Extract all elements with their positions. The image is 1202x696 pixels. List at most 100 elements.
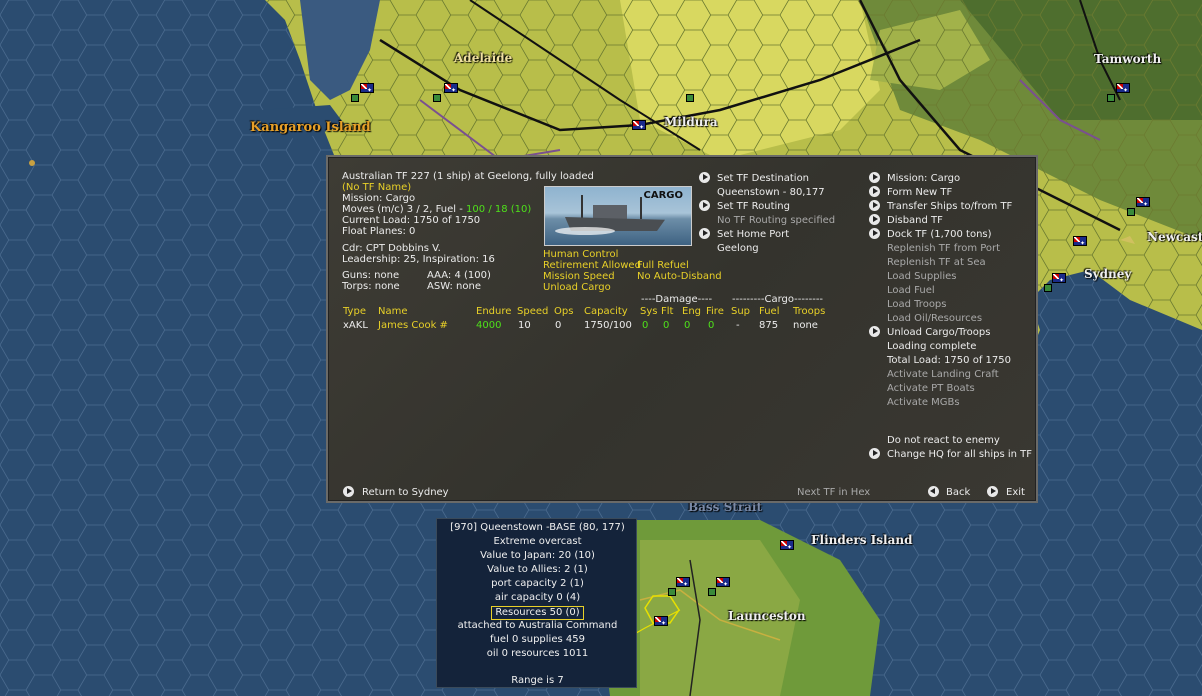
return-button[interactable]: Return to Sydney <box>362 487 449 499</box>
arrow-icon[interactable] <box>869 326 880 337</box>
menu-change-hq[interactable]: Change HQ for all ships in TF <box>887 449 1032 461</box>
hex-value-allies: Value to Allies: 2 (1) <box>487 564 588 575</box>
ship-wave <box>555 227 615 235</box>
menu-load-supplies: Load Supplies <box>887 271 957 282</box>
col-type[interactable]: Type <box>343 306 366 318</box>
menu-activate-mgb: Activate MGBs <box>887 397 960 408</box>
hex-title: [970] Queenstown -BASE (80, 177) <box>450 522 625 533</box>
back-button[interactable]: Back <box>946 487 970 499</box>
base-icon[interactable] <box>351 94 359 102</box>
destination-value: Queenstown - 80,177 <box>717 187 825 198</box>
base-icon[interactable] <box>433 94 441 102</box>
tf-float-planes: Float Planes: 0 <box>342 226 416 237</box>
base-icon[interactable] <box>686 94 694 102</box>
set-routing-button[interactable]: Set TF Routing <box>717 201 790 213</box>
hex-port-capacity: port capacity 2 (1) <box>491 578 584 589</box>
menu-activate-pt: Activate PT Boats <box>887 383 975 394</box>
arrow-icon[interactable] <box>699 172 710 183</box>
tf-moves-label: Moves (m/c) 3 / 2, Fuel - <box>342 204 467 215</box>
col-sys[interactable]: Sys <box>640 306 657 318</box>
col-flt[interactable]: Flt <box>661 306 673 318</box>
cell-fuel: 875 <box>759 320 779 331</box>
home-port-value: Geelong <box>717 243 759 254</box>
next-tf-button[interactable]: Next TF in Hex <box>797 487 870 499</box>
cell-troops: none <box>793 320 818 331</box>
tf-leadership: Leadership: 25, Inspiration: 16 <box>342 254 495 265</box>
map-label-tamworth: Tamworth <box>1094 52 1162 66</box>
menu-unload-cargo[interactable]: Unload Cargo/Troops <box>887 327 990 339</box>
base-icon[interactable] <box>1044 284 1052 292</box>
menu-do-not-react[interactable]: Do not react to enemy <box>887 435 1000 447</box>
map-label-newcastle: Newcastl <box>1147 230 1202 244</box>
cell-type: xAKL <box>343 320 368 331</box>
menu-loading-complete: Loading complete <box>887 341 977 352</box>
menu-transfer-ships[interactable]: Transfer Ships to/from TF <box>887 201 1012 213</box>
base-icon[interactable] <box>708 588 716 596</box>
col-fire[interactable]: Fire <box>706 306 724 318</box>
arrow-icon[interactable] <box>869 186 880 197</box>
australian-flag-icon[interactable] <box>1073 236 1087 247</box>
back-arrow-icon[interactable] <box>928 486 939 497</box>
cell-capacity: 1750/100 <box>584 320 632 331</box>
arrow-icon[interactable] <box>699 228 710 239</box>
base-icon[interactable] <box>668 588 676 596</box>
hex-range: Range is 7 <box>511 675 564 686</box>
menu-disband-tf[interactable]: Disband TF <box>887 215 943 227</box>
toggle-auto-disband[interactable]: No Auto-Disband <box>637 271 722 283</box>
col-speed[interactable]: Speed <box>517 306 548 318</box>
arrow-icon[interactable] <box>869 228 880 239</box>
col-troops[interactable]: Troops <box>793 306 825 318</box>
tf-fuel-value: 100 / 18 (10) <box>466 204 532 215</box>
col-fuel[interactable]: Fuel <box>759 306 779 318</box>
arrow-icon[interactable] <box>869 200 880 211</box>
base-icon[interactable] <box>1127 208 1135 216</box>
col-capacity[interactable]: Capacity <box>584 306 628 318</box>
australian-flag-icon[interactable] <box>1116 83 1130 94</box>
routing-value: No TF Routing specified <box>717 215 836 226</box>
menu-dock-tf[interactable]: Dock TF (1,700 tons) <box>887 229 992 241</box>
australian-flag-icon[interactable] <box>654 616 668 627</box>
arrow-icon[interactable] <box>987 486 998 497</box>
menu-load-troops: Load Troops <box>887 299 947 310</box>
cell-speed: 10 <box>518 320 531 331</box>
australian-flag-icon[interactable] <box>444 83 458 94</box>
ship-superstructure <box>593 205 627 219</box>
col-name[interactable]: Name <box>378 306 408 318</box>
australian-flag-icon[interactable] <box>1052 273 1066 284</box>
hex-resources[interactable]: Resources 50 (0) <box>491 606 584 620</box>
col-eng[interactable]: Eng <box>682 306 701 318</box>
arrow-icon[interactable] <box>343 486 354 497</box>
australian-flag-icon[interactable] <box>780 540 794 551</box>
ship-image: CARGO <box>544 186 692 246</box>
cell-name[interactable]: James Cook # <box>378 320 448 332</box>
hex-fuel-supplies: fuel 0 supplies 459 <box>490 634 585 645</box>
menu-form-new-tf[interactable]: Form New TF <box>887 187 952 199</box>
map-label-sydney: Sydney <box>1084 267 1132 281</box>
base-icon[interactable] <box>1107 94 1115 102</box>
set-home-port-button[interactable]: Set Home Port <box>717 229 789 241</box>
arrow-icon[interactable] <box>869 214 880 225</box>
arrow-icon[interactable] <box>699 200 710 211</box>
menu-replenish-sea: Replenish TF at Sea <box>887 257 986 268</box>
arrow-icon[interactable] <box>869 448 880 459</box>
col-sup[interactable]: Sup <box>731 306 750 318</box>
australian-flag-icon[interactable] <box>1136 197 1150 208</box>
col-ops[interactable]: Ops <box>554 306 573 318</box>
task-force-panel: Australian TF 227 (1 ship) at Geelong, f… <box>326 155 1038 503</box>
toggle-unload-cargo[interactable]: Unload Cargo <box>543 282 611 294</box>
cargo-group-header: ---------Cargo-------- <box>732 294 824 305</box>
australian-flag-icon[interactable] <box>676 577 690 588</box>
cell-fire: 0 <box>708 320 715 331</box>
australian-flag-icon[interactable] <box>716 577 730 588</box>
tf-asw: ASW: none <box>427 281 481 292</box>
australian-flag-icon[interactable] <box>632 120 646 131</box>
tf-torps: Torps: none <box>342 281 400 292</box>
arrow-icon[interactable] <box>869 172 880 183</box>
menu-mission-cargo[interactable]: Mission: Cargo <box>887 173 960 185</box>
hex-oil-resources: oil 0 resources 1011 <box>486 648 589 659</box>
cell-sup: - <box>736 320 740 331</box>
australian-flag-icon[interactable] <box>360 83 374 94</box>
set-destination-button[interactable]: Set TF Destination <box>717 173 809 185</box>
col-endure[interactable]: Endure <box>476 306 511 318</box>
exit-button[interactable]: Exit <box>1006 487 1025 499</box>
